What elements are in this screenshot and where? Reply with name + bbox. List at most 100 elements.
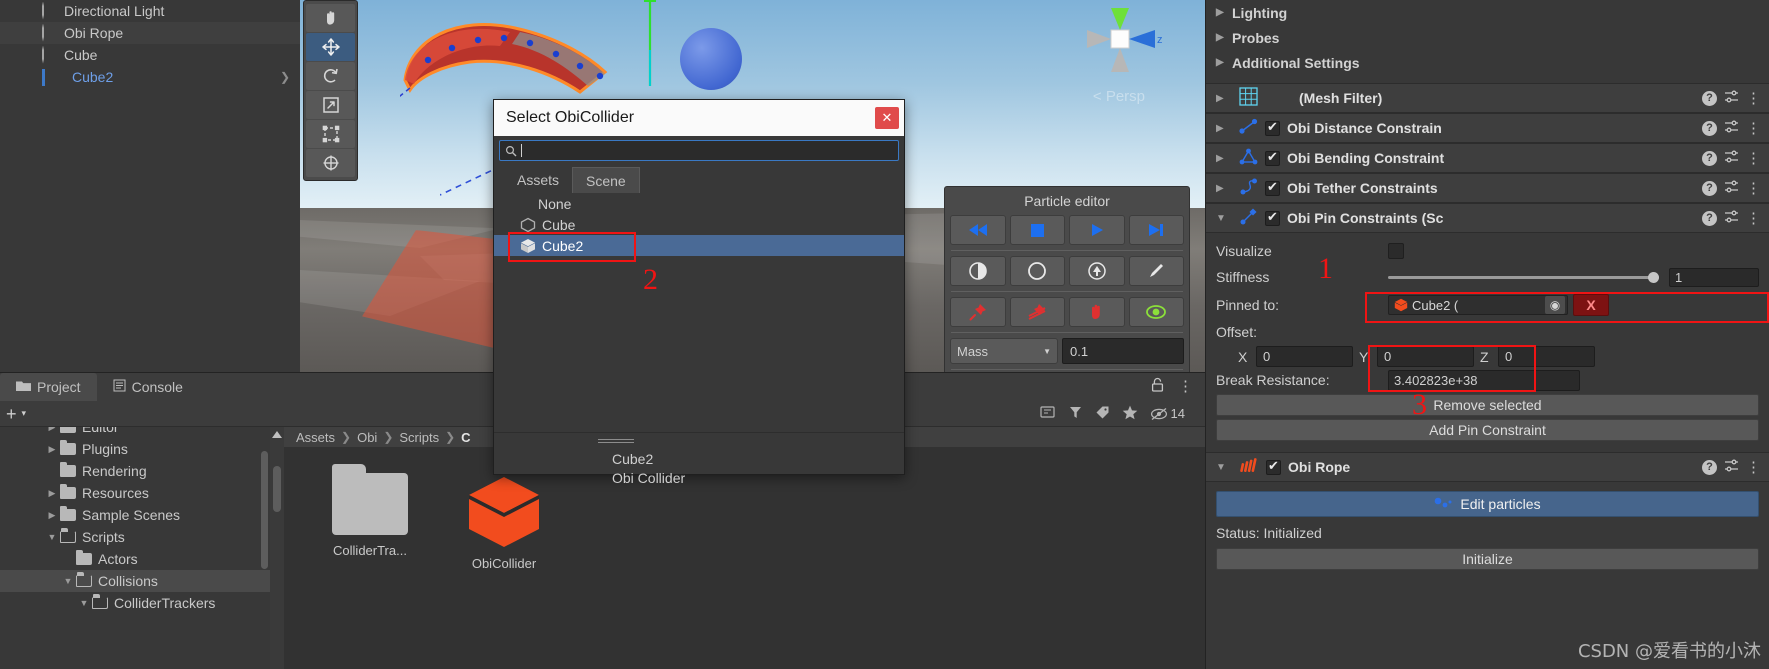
scene-tool-palette[interactable]	[303, 0, 358, 181]
kebab-icon[interactable]: ⋮	[1746, 211, 1761, 226]
hierarchy-item-cube2[interactable]: Cube2 ❯	[0, 66, 300, 88]
select-none-button[interactable]	[1009, 256, 1065, 286]
move-tool-button[interactable]	[306, 33, 355, 61]
add-asset-button[interactable]: +	[6, 405, 17, 423]
component-header-obi-bending[interactable]: ▶ Obi Bending Constraint ? ⋮	[1206, 143, 1769, 173]
hidden-count[interactable]: 14	[1150, 406, 1185, 421]
tree-scrollbar[interactable]	[261, 451, 268, 569]
remove-pin-button[interactable]: X	[1573, 294, 1609, 316]
search-field-icon[interactable]	[1039, 404, 1056, 423]
visibility-button[interactable]	[1128, 297, 1184, 327]
help-icon[interactable]: ?	[1702, 459, 1717, 475]
asset-item[interactable]: ColliderTra...	[320, 464, 420, 571]
tree-item-collidertrackers[interactable]: ▼ ColliderTrackers	[0, 592, 270, 614]
content-scrollbar-thumb[interactable]	[273, 466, 281, 512]
breadcrumb-item[interactable]: Scripts	[399, 430, 439, 445]
chevron-right-icon[interactable]: ▶	[1216, 123, 1232, 134]
star-icon[interactable]	[1122, 405, 1138, 423]
rotate-tool-button[interactable]	[306, 62, 355, 90]
initialize-button[interactable]: Initialize	[1216, 548, 1759, 570]
brush-button[interactable]	[1128, 256, 1184, 286]
slider-knob[interactable]	[1648, 271, 1659, 283]
tree-item-plugins[interactable]: ▶ Plugins	[0, 438, 270, 460]
inspector-section-probes[interactable]: ▶ Probes	[1206, 25, 1769, 50]
edit-particles-button[interactable]: Edit particles	[1216, 491, 1759, 517]
component-enable-checkbox[interactable]	[1265, 209, 1280, 226]
move-gizmo[interactable]	[620, 0, 680, 90]
break-resistance-field[interactable]: 3.402823e+38	[1388, 369, 1580, 391]
chevron-down-icon[interactable]: ▼	[76, 598, 92, 608]
breadcrumb-item[interactable]: Obi	[357, 430, 377, 445]
component-enable-checkbox[interactable]	[1265, 149, 1280, 166]
inspector-section-lighting[interactable]: ▶ Lighting	[1206, 0, 1769, 25]
chevron-down-icon[interactable]: ▼	[1216, 213, 1232, 224]
transform-tool-button[interactable]	[306, 149, 355, 177]
chevron-down-icon[interactable]: ▾	[22, 408, 27, 419]
remove-selected-button[interactable]: Remove selected	[1216, 394, 1759, 416]
chevron-right-icon[interactable]: ▶	[1216, 93, 1232, 104]
preset-icon[interactable]	[1724, 119, 1739, 137]
component-header-obi-distance[interactable]: ▶ Obi Distance Constrain ? ⋮	[1206, 113, 1769, 143]
chevron-down-icon[interactable]: ▼	[1216, 462, 1232, 473]
help-icon[interactable]: ?	[1702, 150, 1717, 166]
preset-icon[interactable]	[1724, 89, 1739, 107]
chevron-right-icon[interactable]: ▶	[1216, 32, 1232, 43]
dialog-tab-scene[interactable]: Scene	[572, 167, 640, 193]
dialog-item-none[interactable]: None	[494, 193, 904, 214]
preset-icon[interactable]	[1724, 149, 1739, 167]
chevron-right-icon[interactable]: ▶	[1216, 153, 1232, 164]
preset-icon[interactable]	[1724, 209, 1739, 227]
dialog-tab-assets[interactable]: Assets	[504, 167, 572, 193]
dialog-item-cube[interactable]: Cube	[494, 214, 904, 235]
chevron-right-icon[interactable]: ❯	[280, 70, 290, 84]
add-pin-constraint-button[interactable]: Add Pin Constraint	[1216, 419, 1759, 441]
play-button[interactable]	[1069, 215, 1125, 245]
hand-tool-button[interactable]	[306, 4, 355, 32]
rewind-button[interactable]	[950, 215, 1006, 245]
stiffness-slider[interactable]	[1388, 271, 1659, 283]
component-enable-checkbox[interactable]	[1265, 179, 1280, 196]
offset-x-field[interactable]: 0	[1256, 346, 1353, 367]
chevron-down-icon[interactable]: ▼	[44, 532, 60, 542]
help-icon[interactable]: ?	[1702, 210, 1717, 226]
breadcrumb-item[interactable]: Assets	[296, 430, 335, 445]
hierarchy-item[interactable]: Directional Light	[0, 0, 300, 22]
select-inside-button[interactable]	[1069, 256, 1125, 286]
hierarchy-item[interactable]: Obi Rope	[0, 22, 300, 44]
component-enable-checkbox[interactable]	[1265, 119, 1280, 136]
help-icon[interactable]: ?	[1702, 90, 1717, 106]
component-header-obi-rope[interactable]: ▼ Obi Rope ? ⋮	[1206, 452, 1769, 482]
component-header-obi-pin[interactable]: ▼ Obi Pin Constraints (Sc ? ⋮	[1206, 203, 1769, 233]
scale-tool-button[interactable]	[306, 91, 355, 119]
help-icon[interactable]: ?	[1702, 120, 1717, 136]
preset-icon[interactable]	[1724, 458, 1739, 476]
chevron-right-icon[interactable]: ▶	[1216, 57, 1232, 68]
object-picker-icon[interactable]: ◉	[1545, 296, 1565, 314]
step-button[interactable]	[1128, 215, 1184, 245]
tree-item-collisions[interactable]: ▼ Collisions	[0, 570, 270, 592]
select-half-button[interactable]	[950, 256, 1006, 286]
tab-console[interactable]: Console	[97, 373, 199, 401]
unpin-button[interactable]	[1009, 297, 1065, 327]
close-icon[interactable]: ✕	[875, 107, 899, 129]
inspector-section-additional-settings[interactable]: ▶ Additional Settings	[1206, 50, 1769, 75]
tab-project[interactable]: Project	[0, 373, 97, 401]
scene-axis-gizmo[interactable]: z	[1075, 8, 1165, 78]
pinned-to-object-field[interactable]: Cube2 ( ◉	[1388, 295, 1568, 315]
kebab-icon[interactable]: ⋮	[1746, 460, 1761, 475]
offset-y-field[interactable]: 0	[1377, 346, 1474, 367]
chevron-right-icon[interactable]: ▶	[44, 488, 60, 499]
tree-item-actors[interactable]: Actors	[0, 548, 270, 570]
kebab-icon[interactable]: ⋮	[1746, 181, 1761, 196]
lock-icon[interactable]	[1151, 377, 1164, 395]
stop-button[interactable]	[1009, 215, 1065, 245]
stiffness-value[interactable]: 1	[1669, 267, 1759, 287]
content-scrollbar-track[interactable]	[270, 427, 284, 669]
component-header-mesh-filter[interactable]: ▶ (Mesh Filter) ? ⋮	[1206, 83, 1769, 113]
tree-item-scripts[interactable]: ▼ Scripts	[0, 526, 270, 548]
tree-item-rendering[interactable]: Rendering	[0, 460, 270, 482]
kebab-icon[interactable]: ⋮	[1746, 91, 1761, 106]
kebab-icon[interactable]: ⋮	[1178, 379, 1193, 394]
visualize-checkbox[interactable]	[1388, 243, 1404, 259]
pin-button[interactable]	[950, 297, 1006, 327]
